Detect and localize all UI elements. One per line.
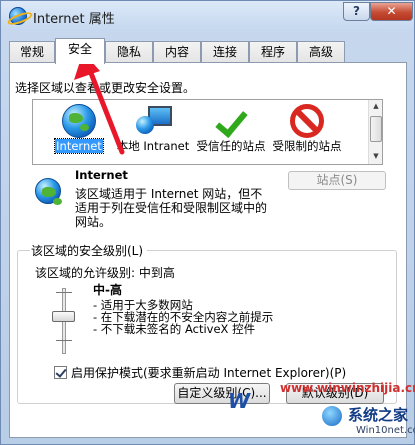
watermark-partial: W xyxy=(228,389,251,413)
zone-label: Internet xyxy=(54,138,104,154)
zone-list: Internet 本地 Intranet 受信任的站点 受限制的站点 xyxy=(32,99,383,165)
close-button[interactable]: ✕ xyxy=(370,2,413,21)
slider-tick xyxy=(56,292,72,293)
level-name: 中-高 xyxy=(93,283,122,297)
protected-mode-label: 启用保护模式(要求重新启动 Internet Explorer)(P) xyxy=(71,366,347,380)
zone-instruction: 选择区域以查看或更改安全设置。 xyxy=(15,81,196,95)
zone-local-intranet[interactable]: 本地 Intranet xyxy=(115,104,191,153)
protected-mode-checkbox[interactable] xyxy=(54,366,67,379)
scroll-up-icon[interactable]: ▲ xyxy=(369,100,383,113)
globe-icon xyxy=(62,104,96,138)
tab-programs[interactable]: 程序 xyxy=(249,41,297,63)
check-icon xyxy=(214,104,248,138)
scroll-down-icon[interactable]: ▼ xyxy=(369,150,383,163)
zone-label: 本地 Intranet xyxy=(116,139,190,153)
zone-list-scrollbar[interactable]: ▲ ▼ xyxy=(368,100,382,164)
tab-general[interactable]: 常规 xyxy=(9,41,55,63)
custom-level-button[interactable]: 自定义级别(C)... xyxy=(174,383,270,404)
window-title: Internet 属性 xyxy=(33,12,115,27)
security-level-title: 该区域的安全级别(L) xyxy=(30,242,148,259)
logo-brand: 系统之家 xyxy=(348,406,409,424)
tab-content[interactable]: 内容 xyxy=(153,41,201,63)
tab-connections[interactable]: 连接 xyxy=(201,41,249,63)
tab-strip: 常规 安全 隐私 内容 连接 程序 高级 xyxy=(9,38,405,64)
scroll-thumb[interactable] xyxy=(370,116,382,142)
security-level-slider-thumb[interactable] xyxy=(52,311,75,322)
help-button[interactable]: ? xyxy=(343,2,370,21)
zone-label: 受信任的站点 xyxy=(196,139,266,153)
title-bar: Internet 属性 ? ✕ xyxy=(1,1,414,31)
tab-privacy[interactable]: 隐私 xyxy=(105,41,153,63)
allowed-levels-text: 该区域的允许级别: 中到高 xyxy=(35,266,175,280)
zone-trusted-sites[interactable]: 受信任的站点 xyxy=(193,104,269,153)
zone-label: 受限制的站点 xyxy=(272,139,342,153)
watermark-logo: 系统之家 Win10net.com xyxy=(318,400,415,445)
zone-internet[interactable]: Internet xyxy=(41,104,117,154)
internet-explorer-icon xyxy=(9,7,27,25)
zone-detail-description: 该区域适用于 Internet 网站，但不适用于列在受信任和受限制区域中的网站。 xyxy=(75,187,268,229)
slider-tick xyxy=(56,340,72,341)
sites-button[interactable]: 站点(S) xyxy=(288,171,386,190)
tab-advanced[interactable]: 高级 xyxy=(297,41,345,63)
tab-security[interactable]: 安全 xyxy=(55,38,105,64)
watermark-url: www.winwinzhijia.cn xyxy=(280,381,415,395)
protected-mode-row[interactable]: 启用保护模式(要求重新启动 Internet Explorer)(P) xyxy=(54,364,346,381)
globe-icon xyxy=(35,178,62,205)
forbid-icon xyxy=(290,104,324,138)
logo-site: Win10net.com xyxy=(356,425,415,436)
zone-detail-title: Internet xyxy=(75,168,128,182)
logo-icon xyxy=(320,404,344,428)
level-bullet: - 不下载未签名的 ActiveX 控件 xyxy=(93,322,256,336)
zone-restricted-sites[interactable]: 受限制的站点 xyxy=(269,104,345,153)
intranet-icon xyxy=(136,104,172,138)
